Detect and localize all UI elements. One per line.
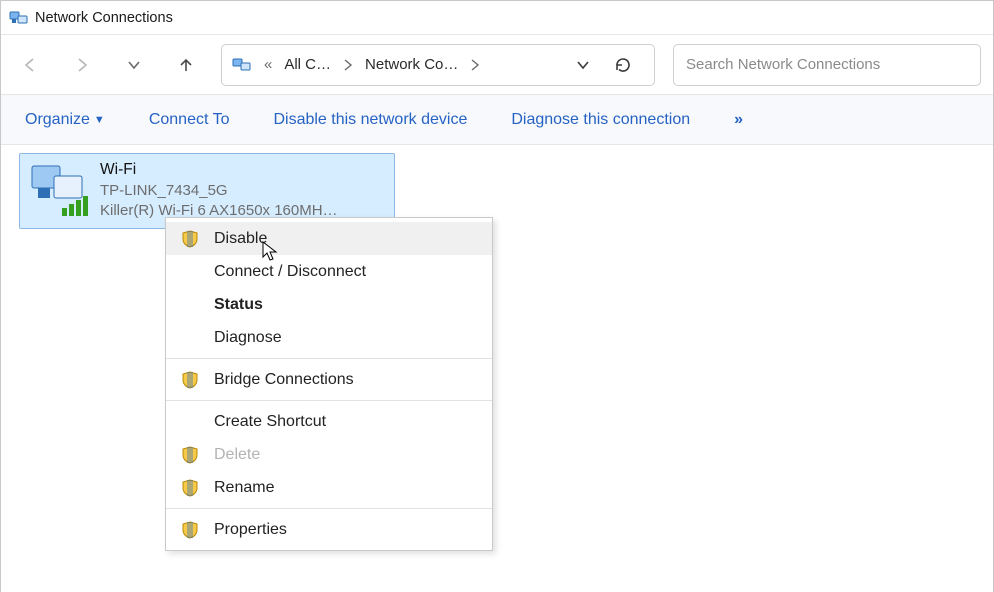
search-box[interactable] [673,44,981,86]
diagnose-connection-button[interactable]: Diagnose this connection [511,111,690,129]
organize-label: Organize [25,111,90,129]
history-dropdown-button[interactable] [117,48,151,82]
connect-to-button[interactable]: Connect To [149,111,230,129]
adapter-labels: Wi-Fi TP-LINK_7434_5G Killer(R) Wi-Fi 6 … [100,158,338,221]
breadcrumb-seg-1[interactable]: All C… [282,56,333,73]
organize-menu[interactable]: Organize ▼ [25,111,105,129]
breadcrumb-seg-2[interactable]: Network Co… [363,56,460,73]
menu-item-label: Status [214,296,263,314]
up-button[interactable] [169,48,203,82]
menu-item-label: Connect / Disconnect [214,263,366,281]
menu-item-properties[interactable]: Properties [166,513,492,546]
menu-item-status[interactable]: Status [166,288,492,321]
back-button[interactable] [13,48,47,82]
chevron-down-icon [576,58,590,72]
menu-separator [166,508,492,509]
context-menu: Disable Connect / Disconnect Status Diag… [165,217,493,551]
menu-item-rename[interactable]: Rename [166,471,492,504]
menu-item-disable[interactable]: Disable [166,222,492,255]
search-input[interactable] [684,55,970,74]
shield-icon [180,520,200,540]
menu-item-diagnose[interactable]: Diagnose [166,321,492,354]
adapter-name: Wi-Fi [100,160,338,181]
content-area[interactable]: Wi-Fi TP-LINK_7434_5G Killer(R) Wi-Fi 6 … [1,145,993,592]
menu-item-create-shortcut[interactable]: Create Shortcut [166,405,492,438]
breadcrumb-chevron-icon[interactable] [464,59,486,71]
menu-item-delete: Delete [166,438,492,471]
address-bar[interactable]: « All C… Network Co… [221,44,655,86]
shield-icon [180,445,200,465]
menu-item-label: Disable [214,230,267,248]
shield-icon [180,370,200,390]
address-dropdown-button[interactable] [576,58,610,72]
menu-separator [166,400,492,401]
menu-separator [166,358,492,359]
shield-icon [180,478,200,498]
menu-item-label: Properties [214,521,287,539]
nav-row: « All C… Network Co… [1,35,993,95]
arrow-left-icon [21,56,39,74]
caret-down-icon: ▼ [94,114,105,126]
location-icon [232,56,254,74]
network-connections-window: Network Connections « All C… [0,0,994,592]
window-title: Network Connections [35,10,173,26]
command-bar: Organize ▼ Connect To Disable this netwo… [1,95,993,145]
forward-button[interactable] [65,48,99,82]
breadcrumb-chevron-icon[interactable] [337,59,359,71]
chevron-down-icon [127,58,141,72]
arrow-right-icon [73,56,91,74]
command-overflow-button[interactable]: » [734,111,745,129]
titlebar: Network Connections [1,1,993,35]
breadcrumb-ellipsis[interactable]: « [258,56,278,73]
menu-item-label: Diagnose [214,329,282,347]
menu-item-connect-disconnect[interactable]: Connect / Disconnect [166,255,492,288]
menu-item-label: Bridge Connections [214,371,354,389]
shield-icon [180,229,200,249]
app-icon [9,9,29,27]
menu-item-bridge[interactable]: Bridge Connections [166,363,492,396]
menu-item-label: Delete [214,446,260,464]
adapter-ssid: TP-LINK_7434_5G [100,181,338,201]
menu-item-label: Rename [214,479,274,497]
disable-device-button[interactable]: Disable this network device [273,111,467,129]
refresh-button[interactable] [614,56,648,74]
arrow-up-icon [177,56,195,74]
adapter-icon [28,158,92,222]
refresh-icon [614,56,632,74]
menu-item-label: Create Shortcut [214,413,326,431]
